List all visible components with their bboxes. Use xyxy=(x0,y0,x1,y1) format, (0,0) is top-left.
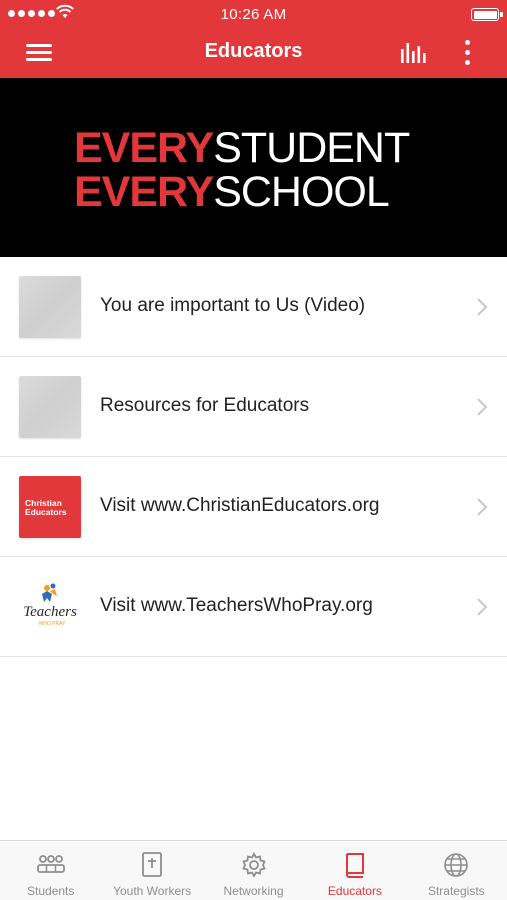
placeholder-image-icon xyxy=(19,376,81,438)
tab-students[interactable]: Students xyxy=(0,841,101,900)
banner-every-2: EVERY xyxy=(74,168,214,216)
banner-line-1: EVERYSTUDENT xyxy=(74,124,410,172)
bar-chart-icon[interactable] xyxy=(398,40,430,66)
placeholder-image-icon xyxy=(19,276,81,338)
tab-label: Students xyxy=(27,884,75,898)
app-header: 10:26 AM Educators xyxy=(0,0,507,78)
hamburger-menu-icon[interactable] xyxy=(24,40,54,64)
tab-label: Networking xyxy=(223,884,284,898)
banner-school: SCHOOL xyxy=(213,168,390,216)
globe-icon xyxy=(444,853,469,877)
every-student-every-school-banner: EVERYSTUDENT EVERYSCHOOL xyxy=(0,78,507,257)
banner-every-1: EVERY xyxy=(74,124,214,172)
educators-list: You are important to Us (Video) Resource… xyxy=(0,257,507,657)
list-item-label: Visit www.ChristianEducators.org xyxy=(100,495,380,516)
chevron-right-icon xyxy=(477,598,488,616)
battery-icon xyxy=(471,8,503,21)
more-vertical-icon[interactable] xyxy=(458,38,478,68)
list-item-label: Resources for Educators xyxy=(100,395,310,416)
nav-bar: Educators xyxy=(0,28,507,78)
list-item-label: You are important to Us (Video) xyxy=(100,295,366,316)
status-bar: 10:26 AM xyxy=(0,0,507,28)
christian-educators-logo: Christian Educators xyxy=(19,476,81,538)
tab-youth-workers[interactable]: Youth Workers xyxy=(101,841,202,900)
list-item-teachers-who-pray[interactable]: Teachers WHO PRAY Visit www.TeachersWhoP… xyxy=(0,557,507,657)
tab-label: Educators xyxy=(327,884,382,898)
logo-text-line-2: Educators xyxy=(25,507,67,517)
book-icon xyxy=(345,853,364,878)
list-item-christian-educators[interactable]: Christian Educators Visit www.ChristianE… xyxy=(0,457,507,557)
banner-line-2: EVERYSCHOOL xyxy=(74,168,390,216)
logo-text-line-2: WHO PRAY xyxy=(39,621,67,627)
chevron-right-icon xyxy=(477,498,488,516)
chevron-right-icon xyxy=(477,298,488,316)
gear-icon xyxy=(241,852,266,878)
tab-label: Youth Workers xyxy=(113,884,192,898)
bible-icon xyxy=(142,852,163,877)
logo-text-line-1: Teachers xyxy=(23,604,77,620)
list-item-resources[interactable]: Resources for Educators xyxy=(0,357,507,457)
tab-educators[interactable]: Educators xyxy=(304,841,405,900)
teachers-who-pray-logo: Teachers WHO PRAY xyxy=(19,576,81,638)
tab-bar: Students Youth Workers Networking Educat… xyxy=(0,840,507,900)
list-item-label: Visit www.TeachersWhoPray.org xyxy=(100,595,373,616)
page-title: Educators xyxy=(204,40,303,62)
tab-label: Strategists xyxy=(427,884,485,898)
status-time: 10:26 AM xyxy=(220,6,287,23)
banner-student: STUDENT xyxy=(213,124,410,172)
tab-strategists[interactable]: Strategists xyxy=(406,841,507,900)
list-item-important-video[interactable]: You are important to Us (Video) xyxy=(0,257,507,357)
chevron-right-icon xyxy=(477,398,488,416)
group-icon xyxy=(36,855,65,873)
tab-networking[interactable]: Networking xyxy=(203,841,304,900)
